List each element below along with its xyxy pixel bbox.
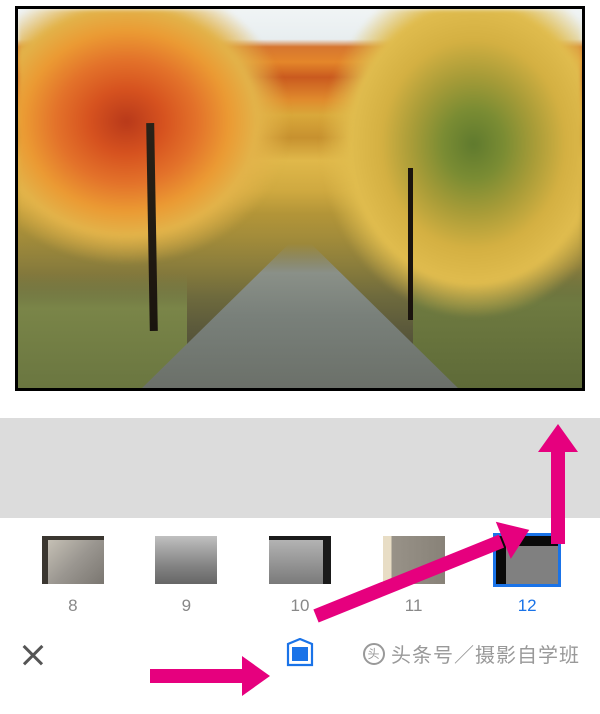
canvas-background (0, 418, 600, 518)
frame-label: 8 (68, 596, 77, 616)
frame-style-12[interactable]: 12 (491, 536, 563, 616)
preview-image[interactable] (18, 9, 582, 388)
watermark-text: 头 头条号／摄影自学班 (363, 639, 580, 668)
frame-thumbnail (155, 536, 217, 584)
frame-label: 11 (405, 596, 423, 616)
frame-style-11[interactable]: 11 (378, 536, 450, 616)
image-preview-area (15, 6, 585, 418)
frame-style-8[interactable]: 8 (37, 536, 109, 616)
close-icon[interactable] (20, 642, 46, 668)
frame-icon (285, 638, 315, 668)
watermark-label: 头条号／摄影自学班 (391, 639, 580, 668)
frame-thumbnail (383, 536, 445, 584)
frame-tool-button[interactable] (285, 638, 315, 673)
frame-thumbnail (269, 536, 331, 584)
frame-label: 9 (182, 596, 191, 616)
watermark-logo-icon: 头 (363, 643, 385, 665)
preview-frame-border (15, 6, 585, 391)
frame-thumbnail (42, 536, 104, 584)
frame-label: 10 (291, 596, 310, 616)
frame-label: 12 (518, 596, 537, 616)
bottom-toolbar: 头 头条号／摄影自学班 (0, 620, 600, 690)
frame-style-9[interactable]: 9 (150, 536, 222, 616)
frame-style-filmstrip: 8 9 10 11 12 (0, 518, 600, 620)
frame-thumbnail (496, 536, 558, 584)
frame-style-10[interactable]: 10 (264, 536, 336, 616)
